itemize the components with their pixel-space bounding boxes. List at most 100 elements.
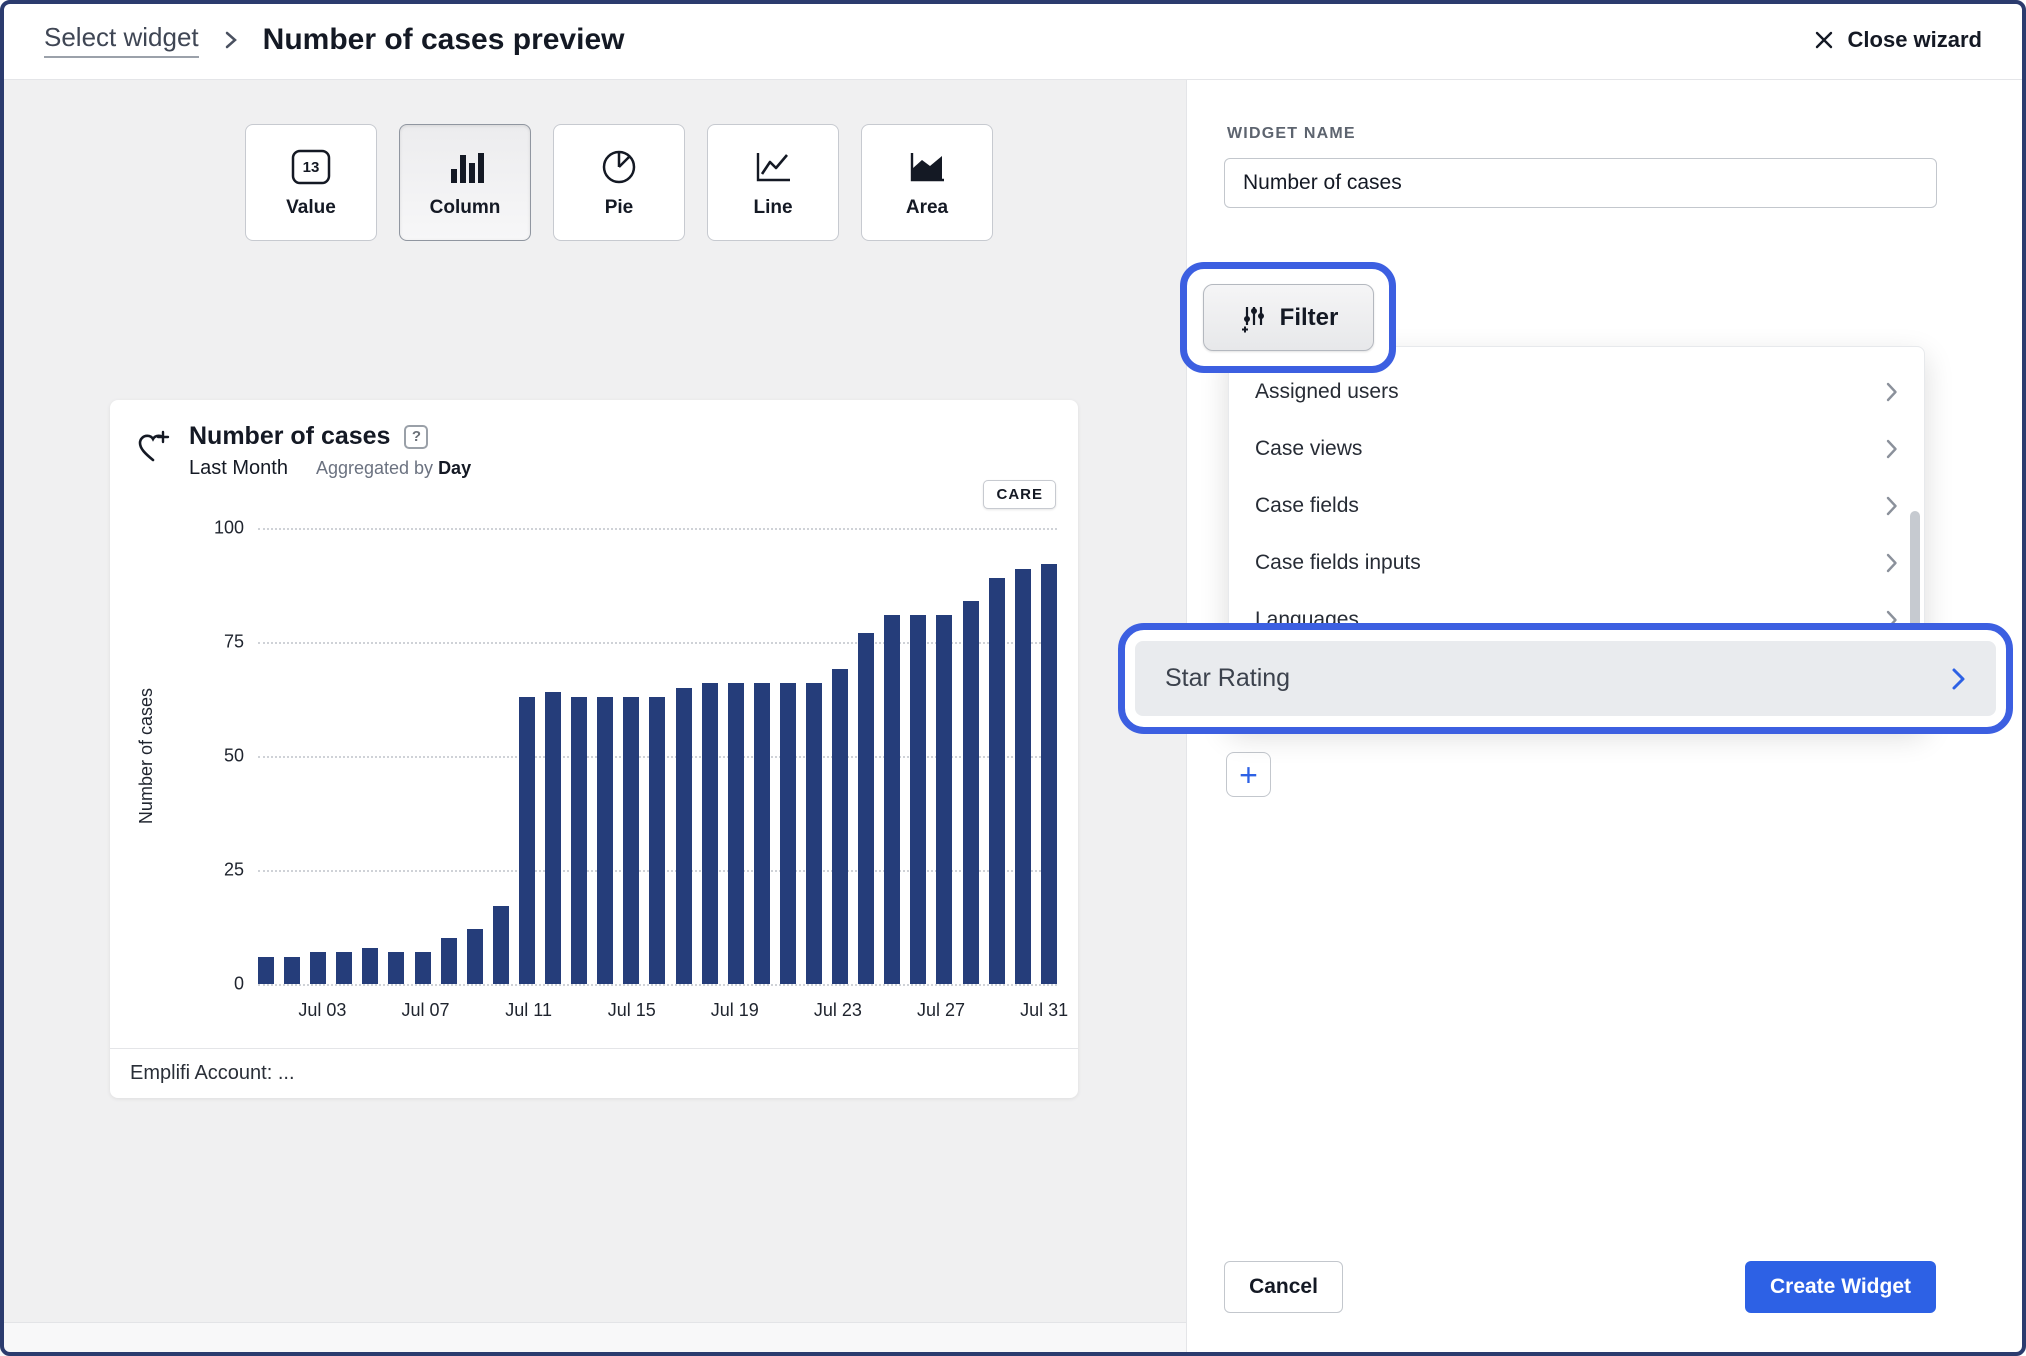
care-widget-icon <box>136 430 174 471</box>
bar <box>466 929 483 984</box>
care-badge: CARE <box>983 480 1056 509</box>
x-axis-tick: Jul 19 <box>710 1000 759 1020</box>
chart-title: Number of cases <box>189 422 391 450</box>
dropdown-item[interactable]: Case fields inputs <box>1229 534 1924 591</box>
chart-xlabels: Jul 03 Jul 07 Jul 11 Jul 15 Jul 19 Jul 23 Jul … <box>258 1000 1068 1030</box>
breadcrumb-chevron-icon <box>223 28 239 52</box>
bar <box>310 952 327 984</box>
bar <box>727 683 744 984</box>
chart-footer: Emplifi Account: ... <box>110 1048 1078 1098</box>
chevron-right-icon <box>1886 382 1897 401</box>
bar <box>962 600 979 984</box>
dropdown-item-label: Case fields inputs <box>1255 550 1421 574</box>
y-axis-tick: 75 <box>223 631 244 652</box>
x-axis-tick: Jul 23 <box>813 1000 862 1020</box>
x-axis-tick: Jul 27 <box>916 1000 966 1020</box>
chart-type-line-button[interactable]: Line <box>707 124 839 241</box>
grid-line <box>258 984 1057 986</box>
bar <box>518 696 535 984</box>
bar <box>623 696 640 984</box>
widget-preview-card: Number of cases ? Last Month Aggregated … <box>110 400 1078 1098</box>
chart-type-value-button[interactable]: 13 Value <box>245 124 377 241</box>
bar <box>388 952 405 984</box>
bar <box>362 947 379 984</box>
chart-period: Last Month <box>189 457 288 479</box>
bar <box>571 696 588 984</box>
bar <box>779 683 796 984</box>
bar <box>545 692 562 984</box>
pie-chart-icon <box>602 150 636 183</box>
chart-subheader: Last Month Aggregated by Day <box>189 457 471 480</box>
bar <box>1014 569 1031 984</box>
area-chart-icon <box>910 152 944 181</box>
widget-name-input[interactable] <box>1224 158 1937 208</box>
chart-bars <box>258 528 1057 984</box>
filter-button-label: Filter <box>1279 303 1339 331</box>
y-axis-title-wrap: Number of cases <box>136 528 157 984</box>
bar-chart-plot: Jul 03 Jul 07 Jul 11 Jul 15 Jul 19 Jul 23 Jul … <box>214 518 1068 1021</box>
bar <box>936 614 953 984</box>
help-icon[interactable]: ? <box>404 424 429 449</box>
x-axis-tick: Jul 07 <box>401 1000 450 1020</box>
close-icon <box>1815 31 1832 48</box>
chevron-right-icon <box>1886 496 1897 515</box>
dropdown-item-label: Case views <box>1255 436 1363 460</box>
chart-type-label: Area <box>905 196 949 218</box>
bar <box>858 632 875 984</box>
bar <box>649 696 666 984</box>
filter-highlight-annotation: Filter <box>1180 262 1396 373</box>
chart-type-label: Value <box>286 196 336 218</box>
chart-aggregation: Aggregated by Day <box>316 458 471 479</box>
bar <box>597 696 614 984</box>
y-axis-tick: 100 <box>213 517 244 538</box>
chevron-right-icon <box>1886 439 1897 458</box>
dropdown-item-label: Assigned users <box>1255 379 1399 403</box>
preview-area: 13 Value Column Pie Line Area Number of … <box>0 80 1186 1356</box>
bar <box>805 683 822 984</box>
close-wizard-button[interactable]: Close wizard <box>1814 27 1982 53</box>
star-rating-label: Star Rating <box>1165 664 1291 692</box>
bar <box>675 687 692 984</box>
filter-sliders-icon <box>1241 306 1264 332</box>
filter-button[interactable]: Filter <box>1202 284 1374 351</box>
bar <box>701 683 718 984</box>
dropdown-item-star-rating[interactable]: Star Rating <box>1135 641 1996 716</box>
aggregation-value: Day <box>438 458 472 478</box>
y-axis-tick: 50 <box>223 745 244 766</box>
x-axis-tick: Jul 15 <box>607 1000 656 1020</box>
create-widget-button[interactable]: Create Widget <box>1745 1261 1936 1313</box>
bar <box>414 952 431 984</box>
chart-type-selector: 13 Value Column Pie Line Area <box>245 124 993 241</box>
chart-type-pie-button[interactable]: Pie <box>553 124 685 241</box>
x-axis-tick: Jul 31 <box>1020 1000 1069 1020</box>
y-axis-tick: 0 <box>233 973 244 994</box>
bar <box>336 952 353 984</box>
chart-type-area-button[interactable]: Area <box>861 124 993 241</box>
add-filter-button[interactable]: + <box>1226 752 1271 797</box>
bar <box>492 906 509 984</box>
bar <box>753 683 770 984</box>
dropdown-item[interactable]: Case fields <box>1229 477 1924 534</box>
bar <box>284 956 301 984</box>
svg-text:13: 13 <box>303 159 320 176</box>
wizard-header: Select widget Number of cases preview Cl… <box>0 0 2026 80</box>
bar <box>1040 564 1057 984</box>
cancel-button[interactable]: Cancel <box>1224 1261 1343 1313</box>
dropdown-item[interactable]: Case views <box>1229 420 1924 477</box>
chevron-right-icon <box>1886 553 1897 572</box>
bar <box>910 614 927 984</box>
y-axis-tick: 25 <box>223 859 244 880</box>
widget-wizard-window: Select widget Number of cases preview Cl… <box>0 0 2026 1356</box>
chart-type-column-button[interactable]: Column <box>399 124 531 241</box>
value-widget-icon: 13 <box>291 149 331 184</box>
aggregation-prefix: Aggregated by <box>315 458 434 478</box>
bar <box>440 938 457 984</box>
x-axis-tick: Jul 03 <box>298 1000 347 1020</box>
line-chart-icon <box>756 152 790 181</box>
dropdown-item-label: Case fields <box>1255 493 1359 517</box>
star-rating-highlight-annotation: Star Rating <box>1118 623 2013 734</box>
breadcrumb-select-widget[interactable]: Select widget <box>44 22 199 58</box>
chart-header: Number of cases ? <box>189 422 429 451</box>
horizontal-scrollbar-track[interactable] <box>0 1322 1186 1356</box>
close-wizard-label: Close wizard <box>1847 26 1982 52</box>
